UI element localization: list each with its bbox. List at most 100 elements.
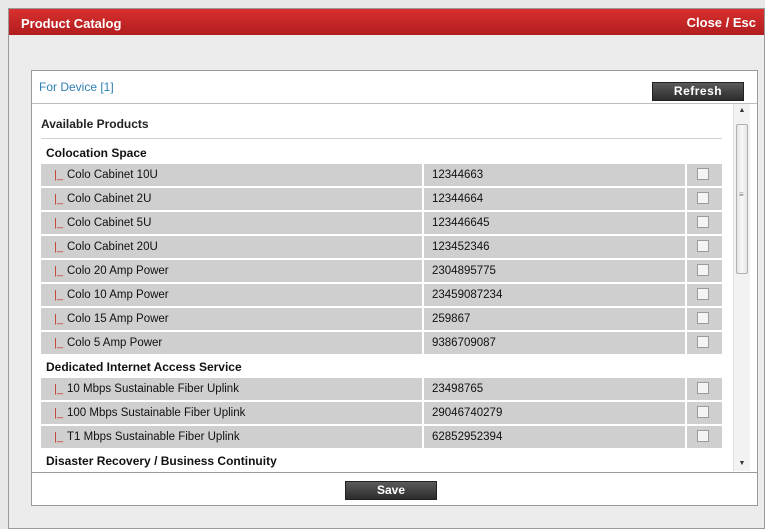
product-code-cell: 23459087234	[424, 284, 685, 306]
product-code: 12344664	[432, 193, 484, 205]
dialog-title: Product Catalog	[21, 16, 122, 31]
scroll-thumb[interactable]: ≡	[736, 124, 748, 274]
product-name: 10 Mbps Sustainable Fiber Uplink	[67, 383, 239, 395]
heading-divider	[41, 138, 722, 139]
product-rows: Colocation Space |_ Colo Cabinet 10U 123446…	[41, 142, 722, 471]
product-code-cell: 12344663	[424, 164, 685, 186]
product-code: 259867	[432, 313, 471, 325]
product-row[interactable]: |_ Colo 5 Amp Power 9386709087	[41, 332, 722, 356]
product-name: Colo Cabinet 20U	[67, 241, 158, 253]
product-code: 29046740279	[432, 407, 503, 419]
tree-connector-icon: |_	[54, 407, 63, 419]
product-name: Colo Cabinet 2U	[67, 193, 152, 205]
product-name-cell: |_ T1 Mbps Sustainable Fiber Uplink	[41, 426, 422, 448]
scroll-down-icon[interactable]: ▼	[734, 457, 750, 471]
product-checkbox[interactable]	[697, 336, 709, 348]
product-code-cell: 259867	[424, 308, 685, 330]
product-name-cell: |_ Colo Cabinet 2U	[41, 188, 422, 210]
product-row[interactable]: |_ Colo Cabinet 5U 123446645	[41, 212, 722, 236]
product-row[interactable]: |_ Colo Cabinet 20U 123452346	[41, 236, 722, 260]
product-name: 100 Mbps Sustainable Fiber Uplink	[67, 407, 246, 419]
product-code: 12344663	[432, 169, 484, 181]
category-heading: Dedicated Internet Access Service	[41, 356, 722, 378]
product-name-cell: |_ Colo Cabinet 20U	[41, 236, 422, 258]
product-code: 23498765	[432, 383, 484, 395]
tree-connector-icon: |_	[54, 193, 63, 205]
product-code-cell: 62852952394	[424, 426, 685, 448]
product-name: Colo Cabinet 10U	[67, 169, 158, 181]
product-code-cell: 12344664	[424, 188, 685, 210]
product-checkbox[interactable]	[697, 288, 709, 300]
save-button[interactable]: Save	[345, 481, 437, 500]
product-code: 9386709087	[432, 337, 496, 349]
product-row[interactable]: |_ Colo 20 Amp Power 2304895775	[41, 260, 722, 284]
scroll-grip-icon: ≡	[739, 190, 744, 199]
product-row[interactable]: |_ 100 Mbps Sustainable Fiber Uplink 29046…	[41, 402, 722, 426]
tree-connector-icon: |_	[54, 383, 63, 395]
category-heading: Disaster Recovery / Business Continuity	[41, 450, 722, 471]
device-panel: For Device [1] Refresh Available Product…	[31, 70, 758, 506]
select-cell	[687, 378, 722, 400]
product-name: T1 Mbps Sustainable Fiber Uplink	[67, 431, 240, 443]
product-name-cell: |_ 10 Mbps Sustainable Fiber Uplink	[41, 378, 422, 400]
tree-connector-icon: |_	[54, 169, 63, 181]
product-row[interactable]: |_ Colo Cabinet 10U 12344663	[41, 164, 722, 188]
product-name: Colo 20 Amp Power	[67, 265, 169, 277]
product-checkbox[interactable]	[697, 240, 709, 252]
select-cell	[687, 332, 722, 354]
product-checkbox[interactable]	[697, 312, 709, 324]
product-name-cell: |_ Colo 5 Amp Power	[41, 332, 422, 354]
product-name-cell: |_ Colo Cabinet 10U	[41, 164, 422, 186]
device-label[interactable]: For Device [1]	[39, 80, 114, 94]
product-checkbox[interactable]	[697, 216, 709, 228]
select-cell	[687, 402, 722, 424]
select-cell	[687, 188, 722, 210]
product-name-cell: |_ Colo 10 Amp Power	[41, 284, 422, 306]
tree-connector-icon: |_	[54, 431, 63, 443]
product-row[interactable]: |_ 10 Mbps Sustainable Fiber Uplink 234987…	[41, 378, 722, 402]
product-name: Colo 15 Amp Power	[67, 313, 169, 325]
tree-connector-icon: |_	[54, 241, 63, 253]
panel-footer: Save	[32, 472, 757, 507]
tree-connector-icon: |_	[54, 217, 63, 229]
product-name: Colo Cabinet 5U	[67, 217, 152, 229]
product-checkbox[interactable]	[697, 430, 709, 442]
product-name-cell: |_ 100 Mbps Sustainable Fiber Uplink	[41, 402, 422, 424]
product-name: Colo 10 Amp Power	[67, 289, 169, 301]
product-row[interactable]: |_ Colo Cabinet 2U 12344664	[41, 188, 722, 212]
product-checkbox[interactable]	[697, 382, 709, 394]
tree-connector-icon: |_	[54, 313, 63, 325]
panel-header: For Device [1] Refresh	[32, 71, 757, 104]
product-row[interactable]: |_ T1 Mbps Sustainable Fiber Uplink 628529…	[41, 426, 722, 450]
list-scrollbar[interactable]: ▲ ≡ ▼	[733, 104, 750, 471]
product-checkbox[interactable]	[697, 192, 709, 204]
product-code: 23459087234	[432, 289, 503, 301]
product-catalog-dialog: Product Catalog Close / Esc For Device […	[8, 8, 765, 529]
product-checkbox[interactable]	[697, 168, 709, 180]
product-code-cell: 29046740279	[424, 402, 685, 424]
select-cell	[687, 164, 722, 186]
product-code-cell: 9386709087	[424, 332, 685, 354]
tree-connector-icon: |_	[54, 265, 63, 277]
select-cell	[687, 236, 722, 258]
select-cell	[687, 308, 722, 330]
category-heading: Colocation Space	[41, 142, 722, 164]
available-products-heading: Available Products	[41, 117, 149, 131]
product-name-cell: |_ Colo 20 Amp Power	[41, 260, 422, 282]
product-code: 123452346	[432, 241, 490, 253]
product-name-cell: |_ Colo 15 Amp Power	[41, 308, 422, 330]
refresh-button[interactable]: Refresh	[652, 82, 744, 101]
product-code: 123446645	[432, 217, 490, 229]
dialog-titlebar: Product Catalog Close / Esc	[9, 9, 764, 35]
product-row[interactable]: |_ Colo 10 Amp Power 23459087234	[41, 284, 722, 308]
close-button[interactable]: Close / Esc	[687, 15, 756, 30]
product-checkbox[interactable]	[697, 264, 709, 276]
product-row[interactable]: |_ Colo 15 Amp Power 259867	[41, 308, 722, 332]
tree-connector-icon: |_	[54, 289, 63, 301]
product-code: 62852952394	[432, 431, 503, 443]
select-cell	[687, 284, 722, 306]
scroll-up-icon[interactable]: ▲	[734, 104, 750, 118]
product-checkbox[interactable]	[697, 406, 709, 418]
product-code-cell: 123446645	[424, 212, 685, 234]
product-code-cell: 123452346	[424, 236, 685, 258]
